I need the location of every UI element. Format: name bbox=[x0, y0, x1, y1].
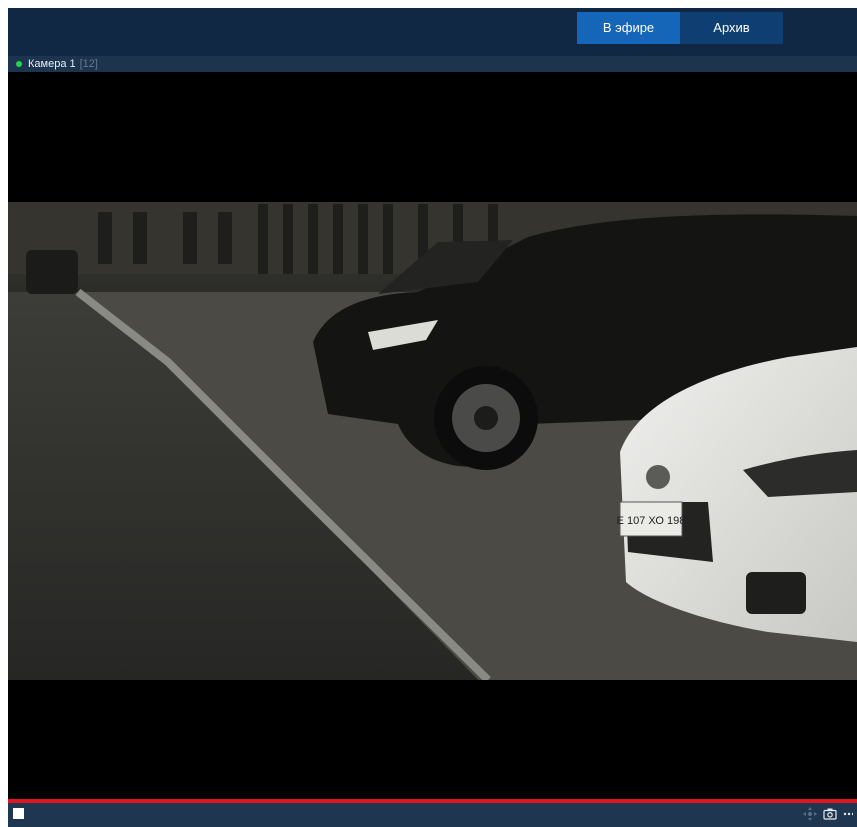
view-mode-tabs: В эфире Архив bbox=[577, 12, 783, 44]
more-icon[interactable] bbox=[843, 808, 853, 820]
camera-view-window: В эфире Архив Камера 1 [12] Е 107 ХО 198 bbox=[8, 8, 857, 827]
camera-name: Камера 1 bbox=[28, 58, 76, 70]
video-frame: Е 107 ХО 198 bbox=[8, 202, 857, 680]
status-online-icon bbox=[16, 61, 22, 67]
tab-archive[interactable]: Архив bbox=[680, 12, 783, 44]
license-plate-text: Е 107 ХО 198 bbox=[617, 515, 686, 527]
camera-icon[interactable] bbox=[823, 808, 837, 820]
top-bar: В эфире Архив bbox=[8, 8, 857, 56]
toolbar-tools bbox=[803, 807, 853, 821]
select-checkbox[interactable] bbox=[13, 808, 24, 819]
tab-live[interactable]: В эфире bbox=[577, 12, 680, 44]
ptz-icon[interactable] bbox=[803, 807, 817, 821]
camera-number: [12] bbox=[79, 58, 98, 70]
bottom-toolbar bbox=[8, 803, 857, 827]
camera-title-bar: Камера 1 [12] bbox=[8, 56, 857, 72]
video-viewport[interactable]: Е 107 ХО 198 bbox=[8, 72, 857, 799]
